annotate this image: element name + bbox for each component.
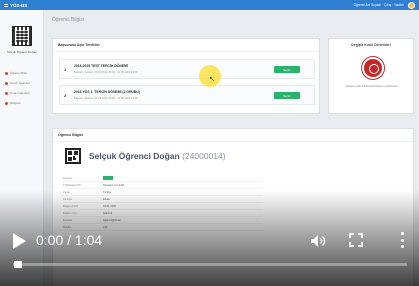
- sidebar-menu: Öğrenci Bilgi Tercih İşlemleri Sınav İşl…: [0, 68, 44, 108]
- volume-icon[interactable]: [310, 234, 326, 248]
- preference-dates: Başvuru Tarihleri: 20.06.2016 09:00 - 31…: [74, 71, 138, 74]
- student-info-title: Öğrenci Bilgisi: [53, 129, 413, 142]
- video-scrubber-handle[interactable]: [14, 261, 22, 268]
- preference-dates: Başvuru Tarihleri: 20.06.2016 09:00 - 31…: [74, 97, 138, 100]
- qr-code-icon: [65, 148, 81, 164]
- detail-key: Durumu: [63, 176, 73, 180]
- bullet-icon: [5, 91, 8, 95]
- fullscreen-icon[interactable]: [349, 233, 363, 247]
- video-progress-bar[interactable]: [13, 263, 407, 266]
- preference-title: 2016-2025 TEST TERCİH DÖNEMİ: [74, 64, 128, 68]
- sidebar-item-documents[interactable]: Belgeler: [0, 98, 44, 108]
- play-icon[interactable]: [13, 233, 26, 249]
- avatar[interactable]: [408, 1, 415, 9]
- bullet-icon: [5, 81, 8, 85]
- detail-value: Pasaport ve kimlik: [103, 183, 125, 187]
- sidebar-item-label: Tercih İşlemleri: [10, 81, 31, 85]
- university-seal-icon: [362, 57, 384, 79]
- detail-key: TC/Pasaport No: [63, 183, 82, 187]
- preferences-card-title: Başvurusu Açık Tercihler: [53, 39, 319, 52]
- sidebar-item-exams[interactable]: Sınav İşlemleri: [0, 88, 44, 98]
- select-preference-button[interactable]: Seçim: [274, 66, 300, 73]
- brand[interactable]: YÖS-BS: [4, 3, 27, 8]
- student-id: (24000014): [182, 151, 226, 161]
- user-menu-text[interactable]: Öğrenci Adı Soyadı · Çıkış · Yardım: [354, 3, 404, 7]
- sidebar-item-student-info[interactable]: Öğrenci Bilgi: [0, 68, 44, 78]
- detail-row: Durumu: [63, 175, 263, 182]
- detail-row: TC/Pasaport No Pasaport ve kimlik: [63, 182, 263, 189]
- top-bar: YÖS-BS Öğrenci Adı Soyadı · Çıkış · Yard…: [0, 0, 419, 10]
- preferences-card: Başvurusu Açık Tercihler 1 2016-2025 TES…: [52, 38, 320, 114]
- select-preference-button[interactable]: Seçim: [274, 92, 300, 99]
- preference-number: 1: [64, 67, 67, 72]
- page-title: Öğrenci Bilgisi: [52, 17, 84, 23]
- seal-note: Belirtilen tarih aralıklarında başvuru y…: [346, 85, 398, 88]
- seal-card: Değişik Kurul Dönemleri Belirtilen tarih…: [328, 38, 414, 114]
- student-name: Selçuk Öğrenci Doğan (24000014): [89, 151, 226, 161]
- top-bar-right: Öğrenci Adı Soyadı · Çıkış · Yardım: [354, 1, 415, 9]
- preference-number: 2: [64, 93, 67, 98]
- video-time: 0:00 / 1:04: [36, 232, 103, 248]
- preference-item: 2 2016 YÖS 1. TERCİH DÖNEMİ (2.GRUBU) Ba…: [59, 85, 315, 105]
- sidebar-user-name: Selçuk Öğrenci Doğan: [6, 50, 38, 54]
- bullet-icon: [5, 71, 8, 75]
- preference-item: 1 2016-2025 TEST TERCİH DÖNEMİ Başvuru T…: [59, 59, 315, 79]
- status-badge: [103, 176, 113, 180]
- sidebar-item-label: Sınav İşlemleri: [10, 91, 30, 95]
- menu-icon[interactable]: [4, 3, 8, 7]
- bullet-icon: [5, 101, 8, 105]
- sidebar-qr-code-icon: [12, 26, 32, 46]
- student-name-text: Selçuk Öğrenci Doğan: [89, 151, 180, 161]
- mouse-cursor-icon: ↖: [209, 76, 215, 83]
- seal-card-title: Değişik Kurul Dönemleri: [351, 43, 391, 47]
- brand-label: YÖS-BS: [10, 2, 28, 8]
- sidebar-item-preferences[interactable]: Tercih İşlemleri: [0, 78, 44, 88]
- sidebar-item-label: Belgeler: [10, 101, 22, 105]
- sidebar-item-label: Öğrenci Bilgi: [10, 71, 28, 75]
- more-options-icon[interactable]: [399, 232, 405, 248]
- preference-title: 2016 YÖS 1. TERCİH DÖNEMİ (2.GRUBU): [74, 90, 140, 94]
